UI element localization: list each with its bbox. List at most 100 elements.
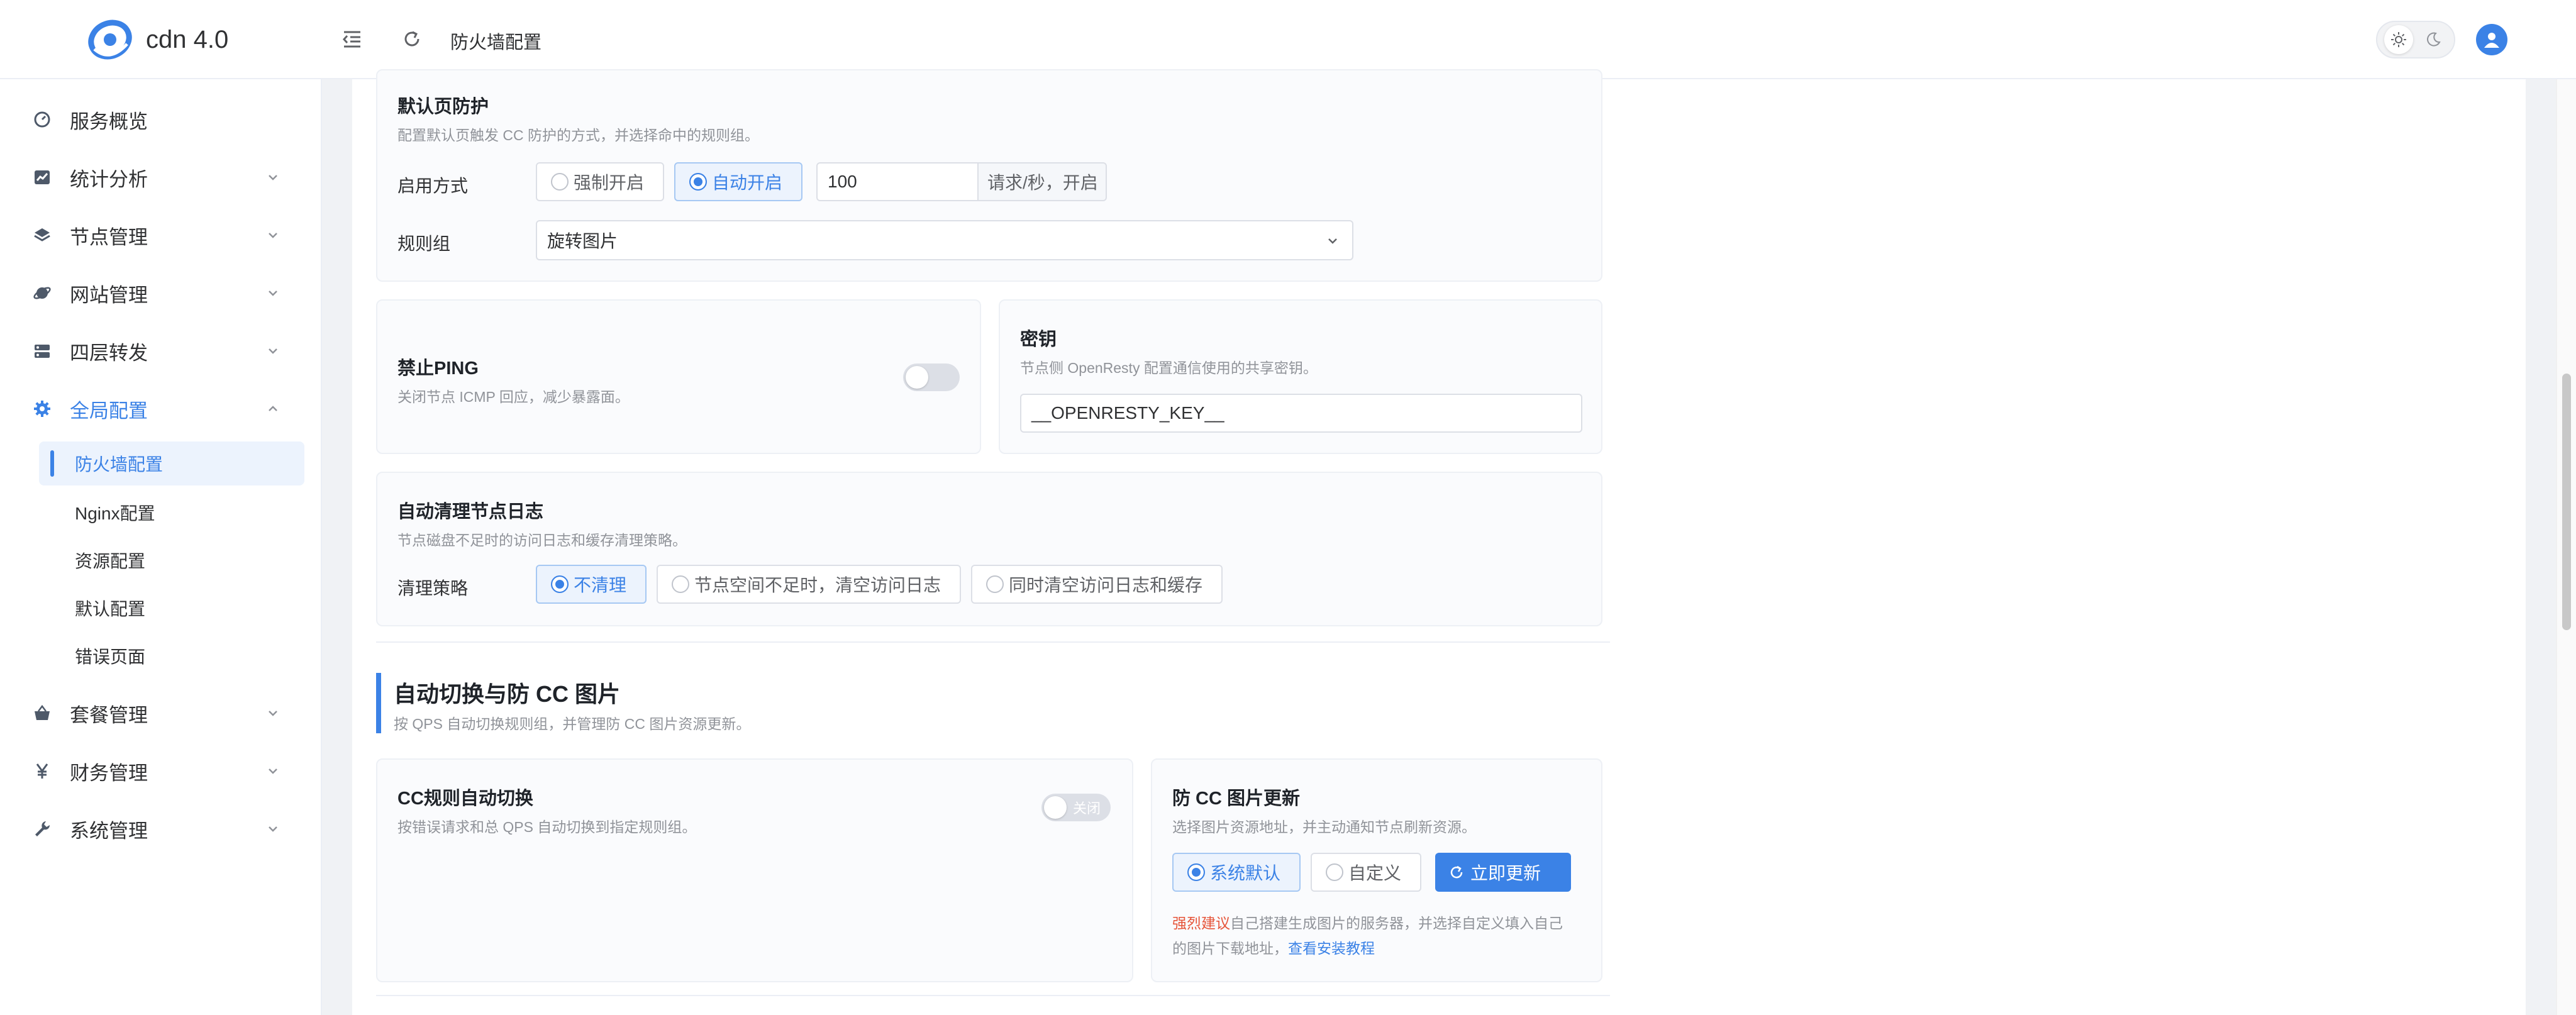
sidebar-item-label: 网站管理 <box>70 284 148 306</box>
sidebar-item-packages[interactable]: 套餐管理 <box>0 688 322 738</box>
chevron-down-icon <box>269 233 277 238</box>
cc-switch-desc: 按错误请求和总 QPS 自动切换到指定规则组。 <box>397 819 697 835</box>
refresh-icon <box>1450 865 1463 879</box>
update-now-label: 立即更新 <box>1470 863 1541 883</box>
forward-icon <box>33 341 52 360</box>
sidebar-item-l4-forward[interactable]: 四层转发 <box>0 326 322 376</box>
cc-image-desc: 选择图片资源地址，并主动通知节点刷新资源。 <box>1172 819 1476 835</box>
ping-desc: 关闭节点 ICMP 回应，减少暴露面。 <box>397 389 630 405</box>
sidebar-subitem-defaults[interactable]: 默认配置 <box>39 586 304 630</box>
ping-switch[interactable] <box>903 363 960 391</box>
theme-toggle[interactable] <box>2376 21 2455 58</box>
sidebar-item-global-config[interactable]: 全局配置 <box>0 384 322 434</box>
secret-desc: 节点侧 OpenResty 配置通信使用的共享密钥。 <box>1020 360 1318 376</box>
chevron-up-icon <box>269 406 277 411</box>
log-cleanup-desc: 节点磁盘不足时的访问日志和缓存清理策略。 <box>397 532 687 548</box>
user-icon <box>2484 33 2499 48</box>
section-title: 自动切换与防 CC 图片 <box>394 681 621 707</box>
note-line1: 自己搭建生成图片的服务器，并选择自定义填入自己 <box>1230 915 1563 931</box>
sun-icon[interactable] <box>2384 25 2413 54</box>
logo-icon <box>88 19 132 60</box>
sidebar-item-label: 四层转发 <box>70 341 148 364</box>
sidebar-subitem-resources[interactable]: 资源配置 <box>39 538 304 582</box>
sidebar-item-nodes[interactable]: 节点管理 <box>0 210 322 260</box>
user-avatar[interactable] <box>2476 24 2507 55</box>
secret-input[interactable]: __OPENRESTY_KEY__ <box>1020 394 1582 433</box>
sidebar-item-finance[interactable]: 财务管理 <box>0 746 322 796</box>
sidebar-item-label: 服务概览 <box>70 110 148 133</box>
chart-icon <box>33 168 52 187</box>
ping-title: 禁止PING <box>397 358 479 379</box>
cc-auto-switch[interactable]: 关闭 <box>1041 794 1111 821</box>
sidebar-item-label: 套餐管理 <box>70 704 148 726</box>
install-guide-link[interactable]: 查看安装教程 <box>1288 940 1375 957</box>
gear-icon <box>33 399 52 418</box>
cc-switch-title: CC规则自动切换 <box>397 789 533 809</box>
cc-image-title: 防 CC 图片更新 <box>1172 789 1301 809</box>
layers-icon <box>33 226 52 245</box>
sidebar-item-statistics[interactable]: 统计分析 <box>0 152 322 202</box>
strategy-clear-all-radio[interactable]: 同时清空访问日志和缓存 <box>971 565 1223 604</box>
chevron-down-icon <box>269 348 277 354</box>
rule-group-label: 规则组 <box>397 234 451 253</box>
sidebar-item-label: 财务管理 <box>70 762 148 784</box>
default-page-title: 默认页防护 <box>397 97 489 117</box>
section-desc: 按 QPS 自动切换规则组，并管理防 CC 图片资源更新。 <box>394 716 751 732</box>
sidebar-subitem-error-pages[interactable]: 错误页面 <box>39 634 304 678</box>
bottom-divider <box>376 995 1610 996</box>
strategy-none-radio[interactable]: 不清理 <box>536 565 647 604</box>
strategy-clear-logs-radio[interactable]: 节点空间不足时，清空访问日志 <box>657 565 961 604</box>
sidebar-subitem-firewall[interactable]: 防火墙配置 <box>39 441 304 485</box>
moon-icon[interactable] <box>2419 25 2448 54</box>
mode-force-radio[interactable]: 强制开启 <box>536 162 664 201</box>
image-source-default-radio[interactable]: 系统默认 <box>1172 853 1301 892</box>
sidebar-item-label: 全局配置 <box>70 399 148 422</box>
sidebar-item-overview[interactable]: 服务概览 <box>0 94 322 145</box>
chevron-down-icon <box>269 826 277 832</box>
log-cleanup-title: 自动清理节点日志 <box>397 502 544 522</box>
sidebar-subitem-label: 防火墙配置 <box>75 455 164 474</box>
sidebar-subitem-label: 默认配置 <box>75 599 146 619</box>
image-source-custom-radio[interactable]: 自定义 <box>1311 853 1421 892</box>
default-page-desc: 配置默认页触发 CC 防护的方式，并选择命中的规则组。 <box>397 127 759 143</box>
chevron-down-icon <box>269 175 277 180</box>
top-header: cdn 4.0 防火墙配置 <box>0 0 2576 79</box>
secret-title: 密钥 <box>1020 330 1057 350</box>
strategy-label: 清理策略 <box>397 579 469 598</box>
update-now-button[interactable]: 立即更新 <box>1435 853 1571 892</box>
sidebar-item-system[interactable]: 系统管理 <box>0 804 322 854</box>
content-gutter <box>2526 79 2556 1015</box>
brand[interactable]: cdn 4.0 <box>88 19 228 60</box>
basket-icon <box>33 704 52 723</box>
sidebar-subitem-nginx[interactable]: Nginx配置 <box>39 491 304 535</box>
sidebar-item-label: 统计分析 <box>70 168 148 191</box>
sidebar-subitem-label: 错误页面 <box>75 647 146 667</box>
refresh-icon[interactable] <box>399 26 425 52</box>
sidebar-subitem-label: Nginx配置 <box>75 504 155 523</box>
rule-group-value: 旋转图片 <box>547 231 618 251</box>
note-warning: 强烈建议 <box>1172 915 1230 931</box>
collapse-menu-icon[interactable] <box>340 26 365 52</box>
mode-auto-radio[interactable]: 自动开启 <box>674 162 802 201</box>
scrollbar-thumb[interactable] <box>2562 374 2571 630</box>
chevron-down-icon <box>269 711 277 716</box>
scrollbar-track[interactable] <box>2556 79 2576 1015</box>
page-title: 防火墙配置 <box>450 33 542 53</box>
sidebar-item-websites[interactable]: 网站管理 <box>0 268 322 318</box>
sidebar-item-label: 系统管理 <box>70 819 148 842</box>
threshold-input[interactable]: 100 <box>816 162 979 201</box>
app-name: cdn 4.0 <box>146 25 229 53</box>
chevron-down-icon <box>269 768 277 774</box>
chevron-down-icon <box>1328 238 1337 244</box>
cc-image-note: 强烈建议自己搭建生成图片的服务器，并选择自定义填入自己 的图片下载地址，查看安装… <box>1172 911 1587 961</box>
section-divider <box>376 641 1610 643</box>
mode-label: 启用方式 <box>397 176 469 196</box>
note-line2: 的图片下载地址， <box>1172 940 1288 957</box>
sidebar-item-label: 节点管理 <box>70 226 148 248</box>
chevron-down-icon <box>269 291 277 296</box>
rule-group-select[interactable]: 旋转图片 <box>536 220 1353 260</box>
sidebar: 服务概览 统计分析 节点管理 网站管理 四层转发 全局配置 防火墙配置 Ngin… <box>0 79 322 1015</box>
dashboard-icon <box>33 110 52 129</box>
threshold-unit: 请求/秒，开启 <box>977 162 1107 201</box>
wrench-icon <box>33 819 52 838</box>
